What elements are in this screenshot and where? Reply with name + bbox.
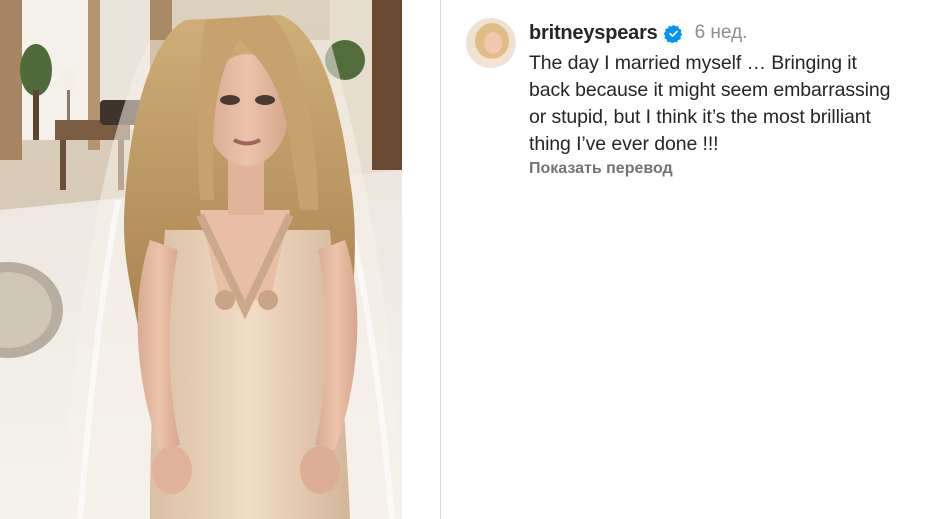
show-translation-button[interactable]: Показать перевод <box>529 160 929 178</box>
caption-body: britneyspears 6 нед. The day I married m… <box>529 16 929 178</box>
caption-line: back because it might seem embarrassing <box>529 79 891 101</box>
caption-line: The day I married myself … Bringing it <box>529 52 857 74</box>
avatar-image <box>467 19 515 67</box>
post-timestamp[interactable]: 6 нед. <box>695 22 748 44</box>
profile-avatar[interactable] <box>466 18 516 68</box>
caption-line: thing I’ve ever done !!! <box>529 133 719 155</box>
verified-badge-icon <box>663 24 683 43</box>
post-media-illustration <box>0 0 402 519</box>
instagram-post-view: britneyspears 6 нед. The day I married m… <box>0 0 940 519</box>
caption-line: or stupid, but I think it’s the most bri… <box>529 106 871 128</box>
username-link[interactable]: britneyspears <box>529 22 658 45</box>
caption-header: britneyspears 6 нед. <box>529 16 929 50</box>
post-video-frame[interactable] <box>0 0 402 519</box>
caption-text: The day I married myself … Bringing it b… <box>529 50 929 158</box>
panel-divider <box>440 0 441 519</box>
